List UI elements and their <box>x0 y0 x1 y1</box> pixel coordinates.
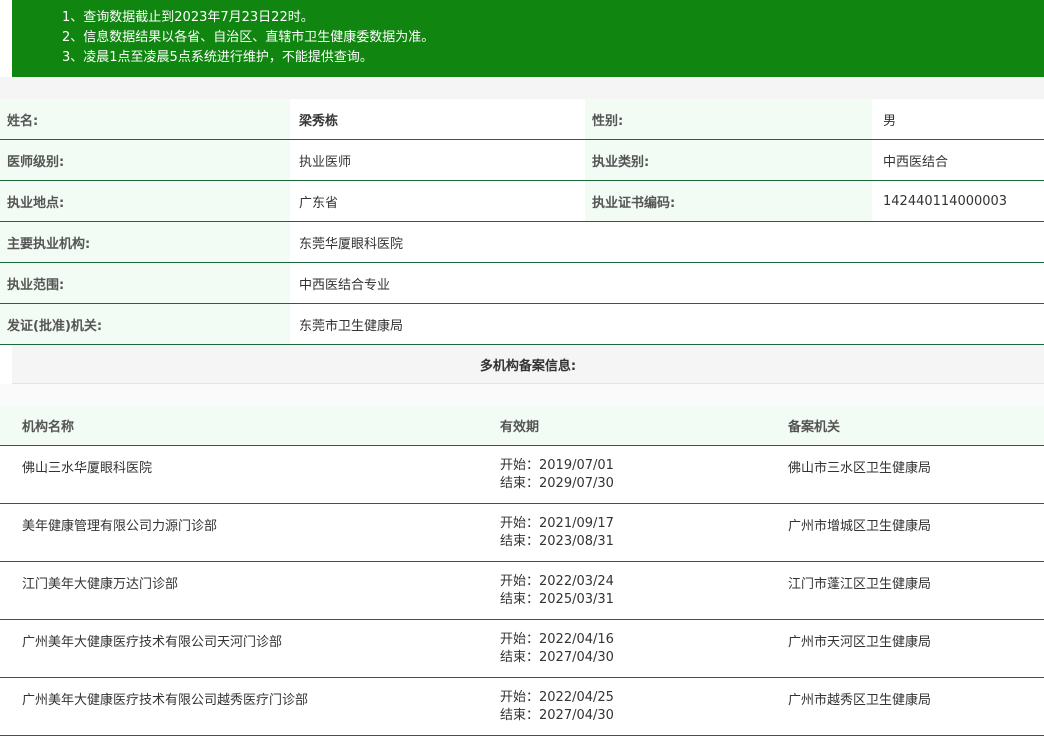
level-label: 医师级别: <box>0 140 290 180</box>
authority: 佛山市三水区卫生健康局 <box>788 461 932 476</box>
multi-org-title: 多机构备案信息: <box>12 345 1044 384</box>
cert-value: 142440114000003 <box>883 193 1008 209</box>
end-date: 结束：2025/03/31 <box>500 592 614 607</box>
org-name: 江门美年大健康万达门诊部 <box>22 577 179 592</box>
table-row: 佛山三水华厦眼科医院 开始：2019/07/01 结束：2029/07/30 佛… <box>0 446 1044 504</box>
level-value: 执业医师 <box>299 154 352 170</box>
validity: 开始：2022/04/25 结束：2027/04/30 <box>500 689 614 725</box>
location-value: 广东省 <box>299 195 339 211</box>
table-row: 广州美年大健康医疗技术有限公司越秀医疗门诊部 开始：2022/04/25 结束：… <box>0 678 1044 736</box>
cert-label: 执业证书编码: <box>585 181 872 221</box>
table-row: 江门美年大健康万达门诊部 开始：2022/03/24 结束：2025/03/31… <box>0 562 1044 620</box>
info-row: 发证(批准)机关: 东莞市卫生健康局 <box>0 304 1044 345</box>
name-label: 姓名: <box>0 99 290 139</box>
gender-value: 男 <box>883 113 897 129</box>
info-row: 执业地点: 广东省 执业证书编码: 142440114000003 <box>0 181 1044 222</box>
authority: 江门市蓬江区卫生健康局 <box>788 577 932 592</box>
category-label: 执业类别: <box>585 140 872 180</box>
info-row: 执业范围: 中西医结合专业 <box>0 263 1044 304</box>
notice-banner: 1、查询数据截止到2023年7月23日22时。 2、信息数据结果以各省、自治区、… <box>12 0 1044 77</box>
scope-value: 中西医结合专业 <box>299 277 391 293</box>
header-authority: 备案机关 <box>788 420 841 435</box>
authority: 广州市增城区卫生健康局 <box>788 519 932 534</box>
start-date: 开始：2021/09/17 <box>500 516 614 531</box>
category-value: 中西医结合 <box>883 154 949 170</box>
org-value: 东莞华厦眼科医院 <box>299 236 404 252</box>
spacer <box>0 384 1044 406</box>
start-date: 开始：2022/04/16 <box>500 632 614 647</box>
end-date: 结束：2027/04/30 <box>500 708 614 723</box>
validity: 开始：2019/07/01 结束：2029/07/30 <box>500 457 614 493</box>
end-date: 结束：2029/07/30 <box>500 476 614 491</box>
scope-label: 执业范围: <box>0 263 290 303</box>
info-row: 姓名: 梁秀栋 性别: 男 <box>0 99 1044 140</box>
location-label: 执业地点: <box>0 181 290 221</box>
header-validity: 有效期 <box>500 420 540 435</box>
validity: 开始：2021/09/17 结束：2023/08/31 <box>500 515 614 551</box>
notice-line: 2、信息数据结果以各省、自治区、直辖市卫生健康委数据为准。 <box>62 30 435 45</box>
notice-line: 1、查询数据截止到2023年7月23日22时。 <box>62 10 314 25</box>
name-value: 梁秀栋 <box>299 113 339 129</box>
info-row: 医师级别: 执业医师 执业类别: 中西医结合 <box>0 140 1044 181</box>
gender-label: 性别: <box>585 99 872 139</box>
spacer <box>0 77 1044 99</box>
authority: 广州市天河区卫生健康局 <box>788 635 932 650</box>
org-name: 广州美年大健康医疗技术有限公司越秀医疗门诊部 <box>22 693 309 708</box>
start-date: 开始：2022/04/25 <box>500 690 614 705</box>
issuer-value: 东莞市卫生健康局 <box>299 318 404 334</box>
start-date: 开始：2022/03/24 <box>500 574 614 589</box>
multi-org-table-header: 机构名称 有效期 备案机关 <box>0 406 1044 446</box>
org-name: 广州美年大健康医疗技术有限公司天河门诊部 <box>22 635 283 650</box>
start-date: 开始：2019/07/01 <box>500 458 614 473</box>
notice-line: 3、凌晨1点至凌晨5点系统进行维护，不能提供查询。 <box>62 50 373 65</box>
validity: 开始：2022/04/16 结束：2027/04/30 <box>500 631 614 667</box>
issuer-label: 发证(批准)机关: <box>0 304 290 344</box>
org-name: 美年健康管理有限公司力源门诊部 <box>22 519 218 534</box>
info-row: 主要执业机构: 东莞华厦眼科医院 <box>0 222 1044 263</box>
header-org-name: 机构名称 <box>22 420 75 435</box>
doctor-info-table: 姓名: 梁秀栋 性别: 男 医师级别: 执业医师 执业类别: 中西医结合 执业地… <box>0 99 1044 345</box>
org-name: 佛山三水华厦眼科医院 <box>22 461 153 476</box>
validity: 开始：2022/03/24 结束：2025/03/31 <box>500 573 614 609</box>
table-row: 广州美年大健康医疗技术有限公司天河门诊部 开始：2022/04/16 结束：20… <box>0 620 1044 678</box>
end-date: 结束：2023/08/31 <box>500 534 614 549</box>
authority: 广州市越秀区卫生健康局 <box>788 693 932 708</box>
org-label: 主要执业机构: <box>0 222 290 262</box>
multi-org-table-body: 佛山三水华厦眼科医院 开始：2019/07/01 结束：2029/07/30 佛… <box>0 446 1044 736</box>
table-row: 美年健康管理有限公司力源门诊部 开始：2021/09/17 结束：2023/08… <box>0 504 1044 562</box>
end-date: 结束：2027/04/30 <box>500 650 614 665</box>
